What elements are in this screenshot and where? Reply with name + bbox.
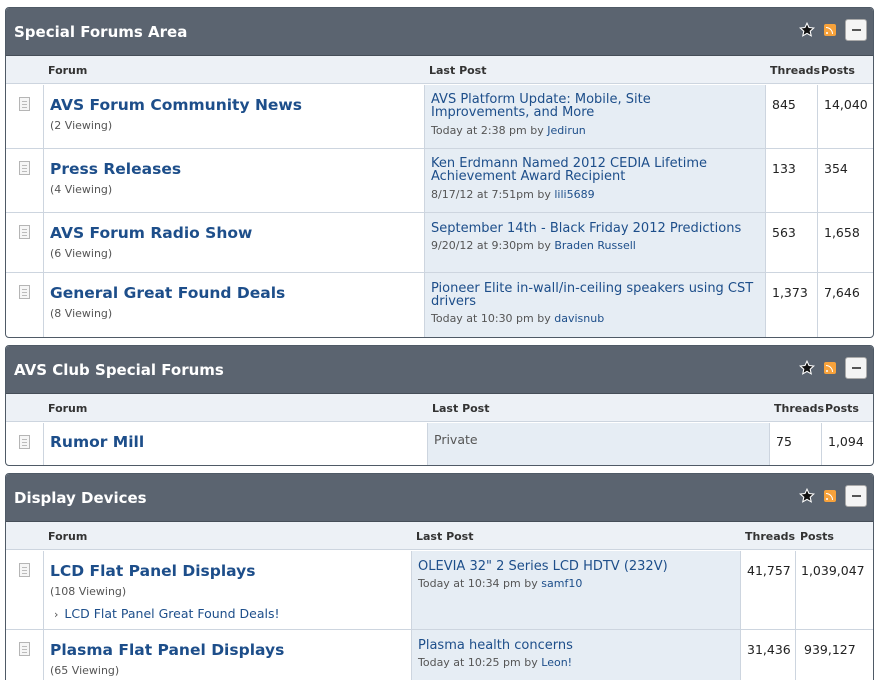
- forum-row: General Great Found Deals (8 Viewing) Pi…: [6, 273, 873, 337]
- forum-title-link[interactable]: AVS Forum Community News: [50, 96, 302, 114]
- post-count: 1,658: [824, 225, 860, 240]
- rss-icon[interactable]: [824, 24, 836, 36]
- post-count: 7,646: [824, 285, 860, 300]
- forum-title-link[interactable]: Plasma Flat Panel Displays: [50, 641, 284, 659]
- column-threads: Threads: [770, 64, 821, 77]
- column-header-row: Forum Last Post Threads Posts: [6, 522, 873, 550]
- last-post-user-link[interactable]: lili5689: [554, 188, 594, 201]
- section-avs-club-special-forums: AVS Club Special Forums Forum Last Post …: [5, 345, 874, 466]
- post-count: 939,127: [804, 642, 856, 657]
- section-display-devices: Display Devices Forum Last Post Threads …: [5, 473, 874, 680]
- section-title: Display Devices: [14, 489, 147, 507]
- collapse-icon[interactable]: [845, 357, 867, 379]
- thread-count: 41,757: [747, 563, 791, 578]
- last-post-link[interactable]: Ken Erdmann Named 2012 CEDIA Lifetime Ach…: [431, 157, 707, 183]
- column-forum: Forum: [48, 64, 88, 77]
- forum-doc-icon: [19, 563, 30, 577]
- post-count: 1,039,047: [801, 563, 865, 578]
- section-header: Special Forums Area: [6, 8, 873, 56]
- last-post-link[interactable]: Plasma health concerns: [418, 639, 573, 652]
- column-forum: Forum: [48, 530, 88, 543]
- forum-row: LCD Flat Panel Displays (108 Viewing) › L…: [6, 551, 873, 630]
- last-post-meta: Today at 10:30 pm by davisnub: [431, 312, 605, 325]
- star-icon[interactable]: [798, 487, 816, 505]
- column-forum: Forum: [48, 402, 88, 415]
- star-icon[interactable]: [798, 21, 816, 39]
- forum-title-link[interactable]: LCD Flat Panel Displays: [50, 562, 255, 580]
- column-threads: Threads: [774, 402, 825, 415]
- forum-doc-icon: [19, 285, 30, 299]
- viewing-count: (2 Viewing): [50, 119, 113, 132]
- last-post-user-link[interactable]: Leon!: [541, 656, 572, 669]
- rss-icon[interactable]: [824, 490, 836, 502]
- forum-row: Press Releases (4 Viewing) Ken Erdmann N…: [6, 149, 873, 213]
- thread-count: 563: [772, 225, 796, 240]
- post-count: 14,040: [824, 97, 868, 112]
- section-title: AVS Club Special Forums: [14, 361, 224, 379]
- viewing-count: (4 Viewing): [50, 183, 113, 196]
- last-post-meta: 9/20/12 at 9:30pm by Braden Russell: [431, 239, 636, 252]
- chevron-right-icon: ›: [54, 608, 59, 621]
- last-post-link[interactable]: Pioneer Elite in-wall/in-ceiling speaker…: [431, 282, 753, 308]
- post-count: 354: [824, 161, 848, 176]
- forum-doc-icon: [19, 225, 30, 239]
- last-post-link[interactable]: AVS Platform Update: Mobile, Site Improve…: [431, 93, 651, 119]
- section-header: AVS Club Special Forums: [6, 346, 873, 394]
- forum-doc-icon: [19, 97, 30, 111]
- forum-title-link[interactable]: Rumor Mill: [50, 433, 144, 451]
- section-special-forums-area: Special Forums Area Forum Last Post Thre…: [5, 7, 874, 338]
- thread-count: 845: [772, 97, 796, 112]
- last-post-user-link[interactable]: Jedirun: [547, 124, 586, 137]
- post-count: 1,094: [828, 434, 864, 449]
- forum-row: AVS Forum Radio Show (6 Viewing) Septemb…: [6, 213, 873, 273]
- viewing-count: (65 Viewing): [50, 664, 120, 677]
- column-last-post: Last Post: [429, 64, 487, 77]
- last-post-link[interactable]: OLEVIA 32" 2 Series LCD HDTV (232V): [418, 560, 668, 573]
- collapse-icon[interactable]: [845, 19, 867, 41]
- thread-count: 31,436: [747, 642, 791, 657]
- thread-count: 75: [776, 434, 792, 449]
- last-post-meta: Today at 2:38 pm by Jedirun: [431, 124, 586, 137]
- forum-doc-icon: [19, 161, 30, 175]
- last-post-meta: 8/17/12 at 7:51pm by lili5689: [431, 188, 595, 201]
- thread-count: 133: [772, 161, 796, 176]
- last-post-user-link[interactable]: samf10: [541, 577, 582, 590]
- forum-row: AVS Forum Community News (2 Viewing) AVS…: [6, 85, 873, 149]
- column-posts: Posts: [821, 64, 855, 77]
- viewing-count: (108 Viewing): [50, 585, 127, 598]
- last-post-link[interactable]: September 14th - Black Friday 2012 Predi…: [431, 222, 741, 235]
- subforum-link[interactable]: › LCD Flat Panel Great Found Deals!: [54, 606, 279, 621]
- star-icon[interactable]: [798, 359, 816, 377]
- column-posts: Posts: [800, 530, 834, 543]
- column-header-row: Forum Last Post Threads Posts: [6, 56, 873, 84]
- forum-title-link[interactable]: Press Releases: [50, 160, 181, 178]
- forum-doc-icon: [19, 435, 30, 449]
- viewing-count: (8 Viewing): [50, 307, 113, 320]
- forum-row: Rumor Mill Private 75 1,094: [6, 423, 873, 465]
- section-title: Special Forums Area: [14, 23, 188, 41]
- last-post-private: Private: [434, 432, 478, 447]
- last-post-meta: Today at 10:25 pm by Leon!: [418, 656, 573, 669]
- column-last-post: Last Post: [416, 530, 474, 543]
- collapse-icon[interactable]: [845, 485, 867, 507]
- forum-title-link[interactable]: AVS Forum Radio Show: [50, 224, 252, 242]
- column-posts: Posts: [825, 402, 859, 415]
- thread-count: 1,373: [772, 285, 808, 300]
- forum-title-link[interactable]: General Great Found Deals: [50, 284, 285, 302]
- column-header-row: Forum Last Post Threads Posts: [6, 394, 873, 422]
- forum-row: Plasma Flat Panel Displays (65 Viewing) …: [6, 630, 873, 680]
- column-threads: Threads: [745, 530, 796, 543]
- section-header: Display Devices: [6, 474, 873, 522]
- last-post-user-link[interactable]: Braden Russell: [554, 239, 636, 252]
- last-post-meta: Today at 10:34 pm by samf10: [418, 577, 583, 590]
- rss-icon[interactable]: [824, 362, 836, 374]
- viewing-count: (6 Viewing): [50, 247, 113, 260]
- forum-doc-icon: [19, 642, 30, 656]
- last-post-user-link[interactable]: davisnub: [554, 312, 604, 325]
- column-last-post: Last Post: [432, 402, 490, 415]
